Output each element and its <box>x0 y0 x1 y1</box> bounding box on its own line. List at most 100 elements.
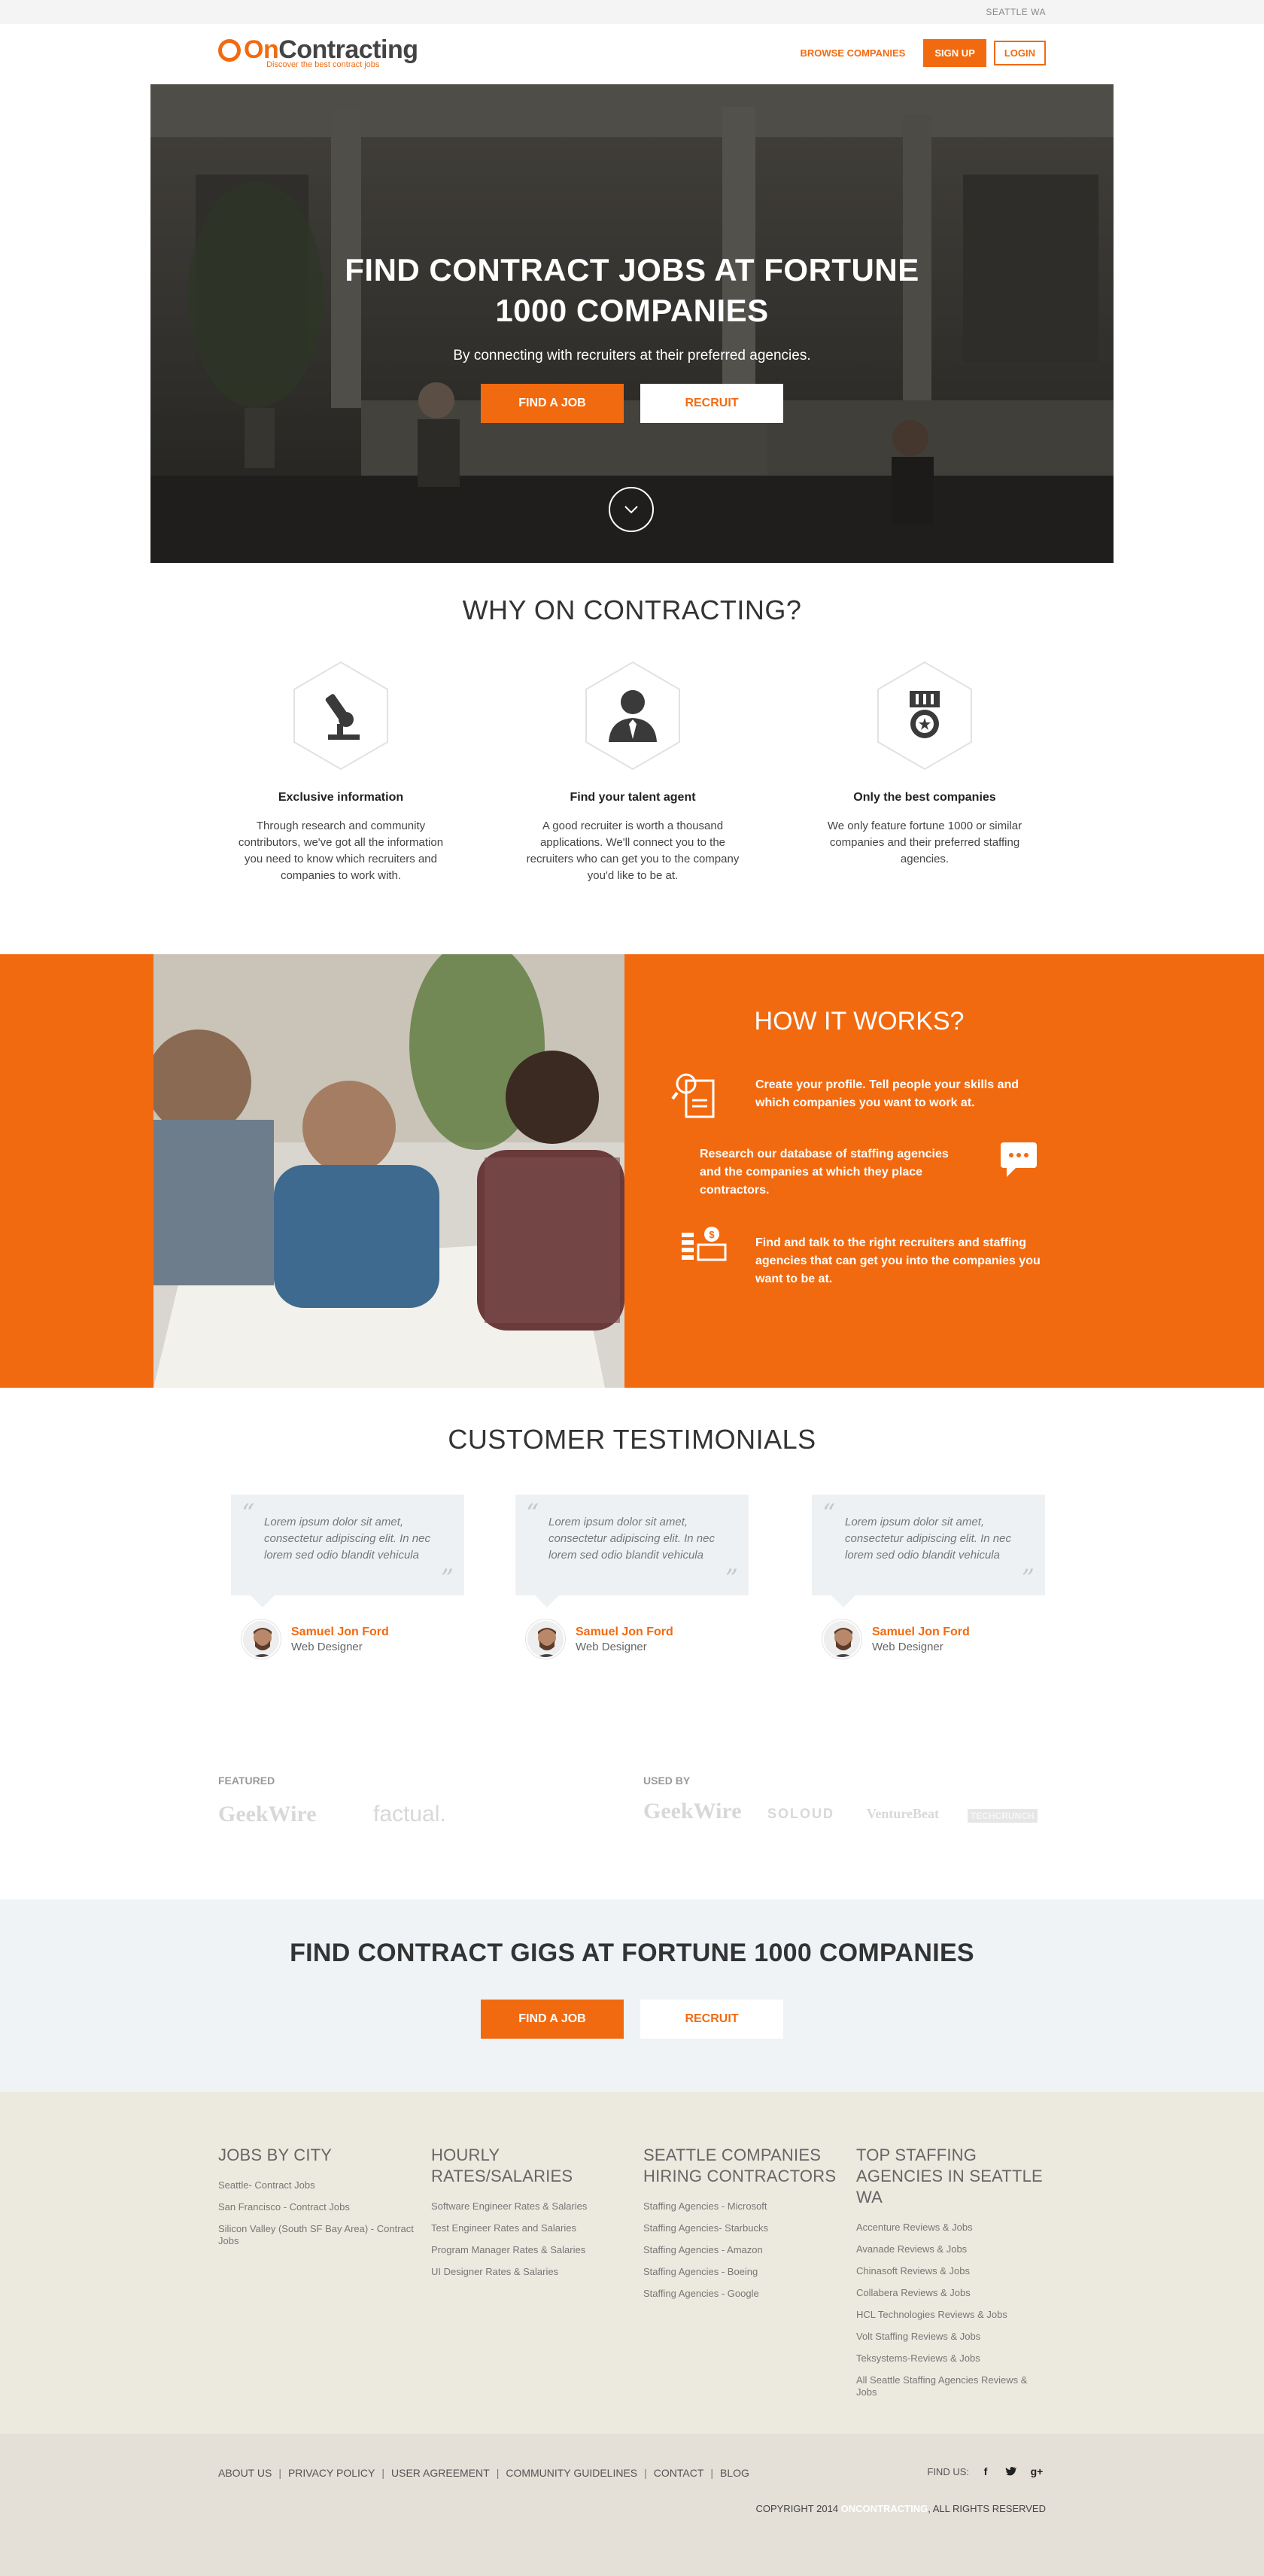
footer-link[interactable]: Test Engineer Rates and Salaries <box>431 2222 627 2234</box>
cta-recruit-button[interactable]: RECRUIT <box>640 2000 783 2039</box>
chevron-down-icon <box>624 506 638 514</box>
site-header: OnContracting Discover the best contract… <box>0 24 1264 84</box>
footer-link[interactable]: Staffing Agencies - Google <box>643 2288 839 2300</box>
community-guidelines-link[interactable]: COMMUNITY GUIDELINES <box>506 2467 637 2479</box>
testimonials-section: CUSTOMER TESTIMONIALS “ Lorem ipsum dolo… <box>0 1388 1264 1726</box>
avatar <box>526 1620 565 1659</box>
author-name[interactable]: Samuel Jon Ford <box>872 1626 970 1639</box>
footer-link[interactable]: Staffing Agencies - Microsoft <box>643 2200 839 2213</box>
copyright-suffix: , ALL RIGHTS RESERVED <box>928 2503 1046 2514</box>
footer-col-agencies: TOP STAFFING AGENCIES IN SEATTLE WA Acce… <box>856 2145 1048 2408</box>
footer-link[interactable]: Staffing Agencies - Amazon <box>643 2244 839 2256</box>
footer-link[interactable]: San Francisco - Contract Jobs <box>218 2201 414 2213</box>
footer-link[interactable]: Collabera Reviews & Jobs <box>856 2287 1048 2299</box>
agent-icon <box>585 661 680 771</box>
find-job-button[interactable]: FIND A JOB <box>481 384 624 423</box>
feature-desc: A good recruiter is worth a thousand app… <box>526 820 740 882</box>
used-logo-techcrunch[interactable]: TECHCRUNCH <box>968 1809 1038 1823</box>
author-role: Web Designer <box>291 1640 363 1653</box>
recruit-button[interactable]: RECRUIT <box>640 384 783 423</box>
quote-open-icon: “ <box>526 1498 539 1528</box>
location-label[interactable]: SEATTLE WA <box>986 7 1046 17</box>
author-role: Web Designer <box>576 1640 647 1653</box>
footer-link[interactable]: All Seattle Staffing Agencies Reviews & … <box>856 2374 1048 2398</box>
how-step: Find and talk to the right recruiters an… <box>755 1236 1041 1285</box>
avatar <box>242 1620 281 1659</box>
feature-title: Only the best companies <box>853 791 996 804</box>
quote-close-icon: ” <box>1021 1564 1035 1594</box>
user-agreement-link[interactable]: USER AGREEMENT <box>391 2467 490 2479</box>
featured-logo-geekwire[interactable]: GeekWire <box>218 1802 317 1827</box>
feature-title: Exclusive information <box>278 791 404 804</box>
footer-link[interactable]: Silicon Valley (South SF Bay Area) - Con… <box>218 2223 414 2247</box>
cta-find-job-button[interactable]: FIND A JOB <box>481 2000 624 2039</box>
find-us-label: FIND US: <box>927 2465 969 2477</box>
how-it-works-section: HOW IT WORKS? Create your profile. Tell … <box>0 954 1264 1388</box>
featured-logo-factual[interactable]: factual. <box>373 1802 446 1827</box>
profile-search-icon <box>671 1073 715 1118</box>
avatar <box>822 1620 861 1659</box>
logo-mark-icon <box>218 39 241 62</box>
testimonial-card: “ Lorem ipsum dolor sit amet, consectetu… <box>812 1495 1045 1659</box>
bottom-bar: ABOUT US | PRIVACY POLICY | USER AGREEMENT… <box>0 2434 1264 2576</box>
main-nav: BROWSE COMPANIES SIGN UP LOGIN <box>800 39 1046 67</box>
footer-link[interactable]: Chinasoft Reviews & Jobs <box>856 2265 1048 2277</box>
footer-link[interactable]: Staffing Agencies - Boeing <box>643 2266 839 2278</box>
used-logo-venturebeat[interactable]: VentureBeat <box>867 1806 939 1822</box>
hero-banner: FIND CONTRACT JOBS AT FORTUNE 1000 COMPA… <box>150 84 1114 563</box>
top-strip: SEATTLE WA <box>0 0 1264 24</box>
footer-link[interactable]: Seattle- Contract Jobs <box>218 2179 414 2191</box>
testimonial-quote: Lorem ipsum dolor sit amet, consectetur … <box>264 1516 430 1562</box>
quote-close-icon: ” <box>725 1564 738 1594</box>
testimonial-quote: Lorem ipsum dolor sit amet, consectetur … <box>548 1516 715 1562</box>
privacy-policy-link[interactable]: PRIVACY POLICY <box>288 2467 375 2479</box>
why-title: WHY ON CONTRACTING? <box>462 595 802 625</box>
quote-open-icon: “ <box>242 1498 255 1528</box>
google-plus-icon[interactable]: g+ <box>1028 2462 1046 2480</box>
footer-link[interactable]: Teksystems-Reviews & Jobs <box>856 2352 1048 2365</box>
scroll-down-button[interactable] <box>609 487 654 532</box>
cta-section: FIND CONTRACT GIGS AT FORTUNE 1000 COMPA… <box>0 1899 1264 2092</box>
copyright-brand[interactable]: ONCONTRACTING <box>841 2503 928 2514</box>
footer-link[interactable]: Accenture Reviews & Jobs <box>856 2222 1048 2234</box>
hero-title: FIND CONTRACT JOBS AT FORTUNE 1000 COMPA… <box>345 252 919 328</box>
featured-title: FEATURED <box>218 1775 275 1787</box>
testimonials-title: CUSTOMER TESTIMONIALS <box>448 1424 816 1455</box>
footer-link[interactable]: Avanade Reviews & Jobs <box>856 2243 1048 2255</box>
footer-link[interactable]: Program Manager Rates & Salaries <box>431 2244 627 2256</box>
find-us: FIND US: f g+ <box>927 2462 1046 2480</box>
press-logos-section: FEATURED GeekWire factual. USED BY GeekW… <box>0 1726 1264 1899</box>
how-title: HOW IT WORKS? <box>754 1007 965 1036</box>
footer-link[interactable]: Staffing Agencies- Starbucks <box>643 2222 839 2234</box>
footer-col-title: TOP STAFFING AGENCIES IN SEATTLE WA <box>856 2146 1043 2206</box>
chat-bubble-icon <box>1001 1142 1037 1177</box>
author-name[interactable]: Samuel Jon Ford <box>576 1626 673 1639</box>
medal-icon <box>877 661 972 771</box>
hero-subtitle: By connecting with recruiters at their p… <box>453 348 811 363</box>
author-name[interactable]: Samuel Jon Ford <box>291 1626 389 1639</box>
site-logo[interactable]: OnContracting Discover the best contract… <box>218 36 418 69</box>
team-photo <box>153 954 624 1388</box>
footer-col-title: SEATTLE COMPANIES HIRING CONTRACTORS <box>643 2146 837 2185</box>
blog-link[interactable]: BLOG <box>720 2467 749 2479</box>
footer-col-cities: JOBS BY CITY Seattle- Contract Jobs San … <box>218 2145 414 2257</box>
footer-link[interactable]: UI Designer Rates & Salaries <box>431 2266 627 2278</box>
footer-link[interactable]: Volt Staffing Reviews & Jobs <box>856 2331 1048 2343</box>
facebook-icon[interactable]: f <box>977 2462 995 2480</box>
footer-link[interactable]: HCL Technologies Reviews & Jobs <box>856 2309 1048 2321</box>
used-logo-geekwire[interactable]: GeekWire <box>643 1799 742 1824</box>
feature-item: Find your talent agent A good recruiter … <box>520 661 746 884</box>
feature-desc: We only feature fortune 1000 or similar … <box>827 820 1022 865</box>
testimonial-card: “ Lorem ipsum dolor sit amet, consectetu… <box>515 1495 749 1659</box>
login-button[interactable]: LOGIN <box>993 41 1046 65</box>
copyright: COPYRIGHT 2014 ONCONTRACTING, ALL RIGHTS… <box>755 2503 1046 2514</box>
testimonial-quote: Lorem ipsum dolor sit amet, consectetur … <box>845 1516 1011 1562</box>
about-us-link[interactable]: ABOUT US <box>218 2467 272 2479</box>
signup-button[interactable]: SIGN UP <box>923 39 986 67</box>
footer-link[interactable]: Software Engineer Rates & Salaries <box>431 2200 627 2213</box>
browse-companies-link[interactable]: BROWSE COMPANIES <box>800 47 905 59</box>
feature-item: Exclusive information Through research a… <box>228 661 454 884</box>
used-logo-soloud[interactable]: SOLOUD <box>767 1806 834 1822</box>
twitter-icon[interactable] <box>1002 2462 1020 2480</box>
contact-link[interactable]: CONTACT <box>654 2467 704 2479</box>
